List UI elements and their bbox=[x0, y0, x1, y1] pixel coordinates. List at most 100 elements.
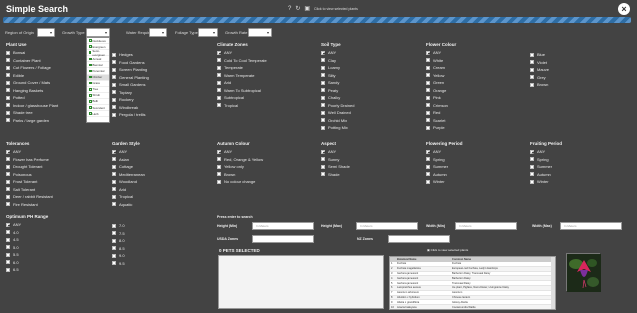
width-min-input[interactable]: In Meters bbox=[455, 222, 517, 230]
checkbox-item[interactable]: Arid bbox=[217, 79, 267, 87]
checkbox-item[interactable]: ANY bbox=[217, 49, 267, 57]
checkbox-item[interactable]: Violet bbox=[530, 59, 549, 67]
checkbox-item[interactable]: Subtropical bbox=[217, 94, 267, 102]
view-selected-link[interactable]: Click to view selected plants bbox=[314, 7, 358, 11]
checkbox-item[interactable]: Cold To Cool Temperate bbox=[217, 57, 267, 65]
table-scrollbar[interactable] bbox=[551, 257, 555, 309]
checkbox-item[interactable]: Edible bbox=[6, 72, 58, 80]
checkbox-item[interactable]: Windbreak bbox=[112, 104, 149, 112]
checkbox-item[interactable]: Orange bbox=[426, 87, 456, 95]
checkbox-item[interactable]: Orchid Mix bbox=[321, 117, 354, 125]
checkbox-item[interactable]: Deer / rabbit Resistant bbox=[6, 193, 53, 201]
dropdown-option[interactable]: Herb bbox=[87, 111, 109, 118]
checkbox-item[interactable]: 4.5 bbox=[6, 236, 48, 244]
checkbox-item[interactable]: Indoor / glasshouse Plant bbox=[6, 102, 58, 110]
growth-rate-select[interactable]: ▾ bbox=[248, 28, 272, 37]
checkbox-item[interactable]: Yellow bbox=[426, 72, 456, 80]
checkbox-item[interactable]: Ground Cover / Mats bbox=[6, 79, 58, 87]
checkbox-item[interactable]: Yellow only bbox=[217, 163, 263, 171]
checkbox-item[interactable]: Peaty bbox=[321, 87, 354, 95]
checkbox-item[interactable]: Purple bbox=[426, 124, 456, 132]
checkbox-item[interactable]: Sunny bbox=[321, 156, 350, 164]
checkbox-item[interactable]: Grey bbox=[530, 74, 549, 82]
checkbox-item[interactable]: Parks / large garden bbox=[6, 117, 58, 125]
checkbox-item[interactable]: Screen Planting bbox=[112, 66, 149, 74]
checkbox-item[interactable]: Hanging Baskets bbox=[6, 87, 58, 95]
usda-input[interactable] bbox=[252, 235, 314, 243]
checkbox-item[interactable]: Spring bbox=[530, 156, 562, 164]
checkbox-item[interactable]: ANY bbox=[321, 148, 350, 156]
checkbox-item[interactable]: Food Gardens bbox=[112, 59, 149, 67]
height-max-input[interactable]: In Meters bbox=[356, 222, 418, 230]
checkbox-item[interactable]: Woodland bbox=[112, 178, 145, 186]
checkbox-item[interactable]: Winter bbox=[426, 178, 463, 186]
checkbox-item[interactable]: Arid bbox=[112, 186, 145, 194]
checkbox-item[interactable]: ANY bbox=[217, 148, 263, 156]
checkbox-item[interactable]: Cottage bbox=[112, 163, 145, 171]
checkbox-item[interactable]: Autumn bbox=[530, 171, 562, 179]
checkbox-item[interactable]: Scarlet bbox=[426, 117, 456, 125]
water-select[interactable]: ▾ bbox=[149, 28, 167, 37]
checkbox-item[interactable]: ANY bbox=[426, 148, 463, 156]
width-max-input[interactable]: In Meters bbox=[560, 222, 622, 230]
checkbox-item[interactable]: Tropical bbox=[217, 102, 267, 110]
checkbox-item[interactable]: Winter bbox=[530, 178, 562, 186]
checkbox-item[interactable]: Tropical bbox=[112, 193, 145, 201]
checkbox-item[interactable]: ANY bbox=[321, 49, 354, 57]
checkbox-item[interactable]: Potted bbox=[6, 94, 58, 102]
checkbox-item[interactable]: Bonsai bbox=[6, 49, 58, 57]
view-selected-icon[interactable]: ▣ bbox=[304, 5, 310, 12]
checkbox-item[interactable]: Semi Shade bbox=[321, 163, 350, 171]
checkbox-item[interactable]: Red bbox=[426, 109, 456, 117]
checkbox-item[interactable]: 8.0 bbox=[112, 237, 125, 245]
checkbox-item[interactable]: White bbox=[426, 57, 456, 65]
checkbox-item[interactable]: Loamy bbox=[321, 64, 354, 72]
refresh-icon[interactable]: ↻ bbox=[295, 5, 300, 12]
checkbox-item[interactable]: Asian bbox=[112, 156, 145, 164]
checkbox-item[interactable]: Hedges bbox=[112, 51, 149, 59]
checkbox-item[interactable]: Potting Mix bbox=[321, 124, 354, 132]
close-button[interactable]: × bbox=[618, 3, 630, 15]
checkbox-item[interactable]: Brown bbox=[217, 171, 263, 179]
checkbox-item[interactable]: Warm Temperate bbox=[217, 72, 267, 80]
checkbox-item[interactable]: 7.5 bbox=[112, 230, 125, 238]
checkbox-item[interactable]: Spring bbox=[426, 156, 463, 164]
help-icon[interactable]: ? bbox=[288, 6, 291, 12]
checkbox-item[interactable]: Summer bbox=[426, 163, 463, 171]
nz-input[interactable] bbox=[388, 235, 450, 243]
checkbox-item[interactable]: ANY bbox=[6, 148, 53, 156]
growth-type-select[interactable]: ▾ bbox=[86, 28, 110, 37]
checkbox-item[interactable]: No colour change bbox=[217, 178, 263, 186]
checkbox-item[interactable]: 5.0 bbox=[6, 244, 48, 252]
checkbox-item[interactable]: Chalky bbox=[321, 94, 354, 102]
checkbox-item[interactable]: ANY bbox=[112, 148, 145, 156]
checkbox-item[interactable]: Autumn bbox=[426, 171, 463, 179]
checkbox-item[interactable]: 6.0 bbox=[6, 259, 48, 267]
checkbox-item[interactable]: 9.5 bbox=[112, 260, 125, 268]
table-row[interactable]: 10 Acacia baileyana Cootamundra Wattle bbox=[390, 305, 555, 309]
checkbox-item[interactable]: Cream bbox=[426, 64, 456, 72]
checkbox-item[interactable]: Flower has Perfume bbox=[6, 156, 53, 164]
checkbox-item[interactable]: 9.0 bbox=[112, 252, 125, 260]
checkbox-item[interactable]: Red, Orange & Yellow bbox=[217, 156, 263, 164]
checkbox-item[interactable]: 6.5 bbox=[6, 266, 48, 274]
checkbox-item[interactable]: Poisonous bbox=[6, 171, 53, 179]
checkbox-item[interactable]: Small Gardens bbox=[112, 81, 149, 89]
height-min-input[interactable]: In Meters bbox=[252, 222, 314, 230]
checkbox-item[interactable]: Blue bbox=[530, 51, 549, 59]
checkbox-item[interactable]: Crimson bbox=[426, 102, 456, 110]
checkbox-item[interactable]: Mauve bbox=[530, 66, 549, 74]
checkbox-item[interactable]: 8.5 bbox=[112, 245, 125, 253]
checkbox-item[interactable]: Rockery bbox=[112, 96, 149, 104]
foliage-select[interactable]: ▾ bbox=[198, 28, 218, 37]
checkbox-item[interactable]: Fire Resistant bbox=[6, 201, 53, 209]
checkbox-item[interactable]: Green bbox=[426, 79, 456, 87]
checkbox-item[interactable]: Summer bbox=[530, 163, 562, 171]
checkbox-item[interactable]: Frost Tolerant bbox=[6, 178, 53, 186]
checkbox-item[interactable]: 7.0 bbox=[112, 222, 125, 230]
checkbox-item[interactable]: Silty bbox=[321, 72, 354, 80]
checkbox-item[interactable]: Sandy bbox=[321, 79, 354, 87]
checkbox-item[interactable]: Mediterranean bbox=[112, 171, 145, 179]
checkbox-item[interactable]: Clay bbox=[321, 57, 354, 65]
checkbox-item[interactable]: ANY bbox=[530, 148, 562, 156]
